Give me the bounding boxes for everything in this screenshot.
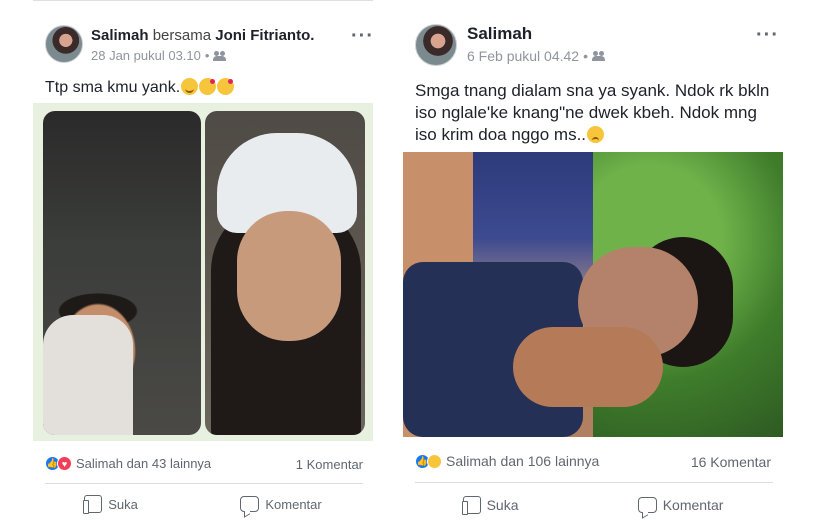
photo-face xyxy=(237,211,341,341)
avatar[interactable] xyxy=(45,25,83,63)
kiss-emoji-icon xyxy=(199,78,217,95)
post-card: Salimah 6 Feb pukul 04.42 • ··· Smga tna… xyxy=(403,0,783,522)
photo-hand xyxy=(513,327,663,407)
post-meta: 6 Feb pukul 04.42 • xyxy=(467,48,605,64)
like-button[interactable]: Suka xyxy=(461,496,519,515)
post-photo[interactable] xyxy=(33,103,373,441)
tagged-suffix: . xyxy=(310,27,315,44)
post-text: Smga tnang dialam sna ya syank. Ndok rk … xyxy=(415,80,780,146)
tagged-name[interactable]: Joni Fitrianto xyxy=(215,27,310,44)
reactions-text: Salimah dan 43 lainnya xyxy=(76,456,212,471)
thumb-up-icon xyxy=(461,496,481,515)
like-label: Suka xyxy=(108,496,138,512)
post-card: Salimah bersama Joni Fitrianto. 28 Jan p… xyxy=(33,0,373,522)
comment-label: Komentar xyxy=(662,497,724,513)
post-header: Salimah bersama Joni Fitrianto. 28 Jan p… xyxy=(45,25,385,69)
post-date[interactable]: 28 Jan pukul 03.10 xyxy=(91,48,201,63)
post-text-content: Ttp sma kmu yank. xyxy=(45,79,181,96)
meta-dot: • xyxy=(583,48,588,64)
divider xyxy=(415,482,773,483)
reactions-summary[interactable]: 👍 Salimah dan 106 lainnya xyxy=(415,453,599,469)
comment-button[interactable]: Komentar xyxy=(240,495,322,513)
blush-emoji-icon xyxy=(181,78,199,95)
comment-button[interactable]: Komentar xyxy=(637,496,724,514)
more-options-icon[interactable]: ··· xyxy=(351,25,374,48)
reactions-text: Salimah dan 106 lainnya xyxy=(446,453,600,469)
avatar[interactable] xyxy=(415,24,457,66)
friends-icon xyxy=(213,50,227,61)
meta-dot: • xyxy=(204,48,210,63)
photo-left xyxy=(43,111,201,435)
comment-bubble-icon xyxy=(637,497,657,513)
sad-emoji-icon xyxy=(587,126,605,143)
friends-icon xyxy=(592,51,605,61)
comments-count[interactable]: 16 Komentar xyxy=(691,454,771,470)
author-line: Salimah bersama Joni Fitrianto. xyxy=(91,27,314,44)
sad-reaction-icon xyxy=(427,453,442,469)
like-button[interactable]: Suka xyxy=(83,495,138,514)
with-text: bersama xyxy=(152,27,212,44)
comment-bubble-icon xyxy=(240,496,260,512)
love-reaction-icon: ♥ xyxy=(57,456,72,471)
post-date[interactable]: 6 Feb pukul 04.42 xyxy=(467,48,579,64)
like-label: Suka xyxy=(486,497,519,513)
post-header: Salimah 6 Feb pukul 04.42 • ··· xyxy=(415,24,795,68)
author-name[interactable]: Salimah xyxy=(467,24,532,43)
action-bar: Suka Komentar xyxy=(403,496,783,515)
comment-label: Komentar xyxy=(265,496,322,512)
photo-right xyxy=(205,111,365,435)
action-bar: Suka Komentar xyxy=(33,495,373,514)
post-meta: 28 Jan pukul 03.10 • xyxy=(91,48,227,63)
kiss-emoji-icon xyxy=(217,78,235,95)
reactions-summary[interactable]: 👍 ♥ Salimah dan 43 lainnya xyxy=(45,456,211,471)
divider xyxy=(45,483,363,484)
post-photo[interactable] xyxy=(403,152,783,437)
thumb-up-icon xyxy=(83,495,103,514)
author-line: Salimah xyxy=(467,24,532,44)
comments-count[interactable]: 1 Komentar xyxy=(296,457,363,472)
photo-shirt xyxy=(43,315,133,435)
post-text: Ttp sma kmu yank. xyxy=(45,77,365,98)
more-options-icon[interactable]: ··· xyxy=(756,24,779,47)
author-name[interactable]: Salimah xyxy=(91,27,149,44)
